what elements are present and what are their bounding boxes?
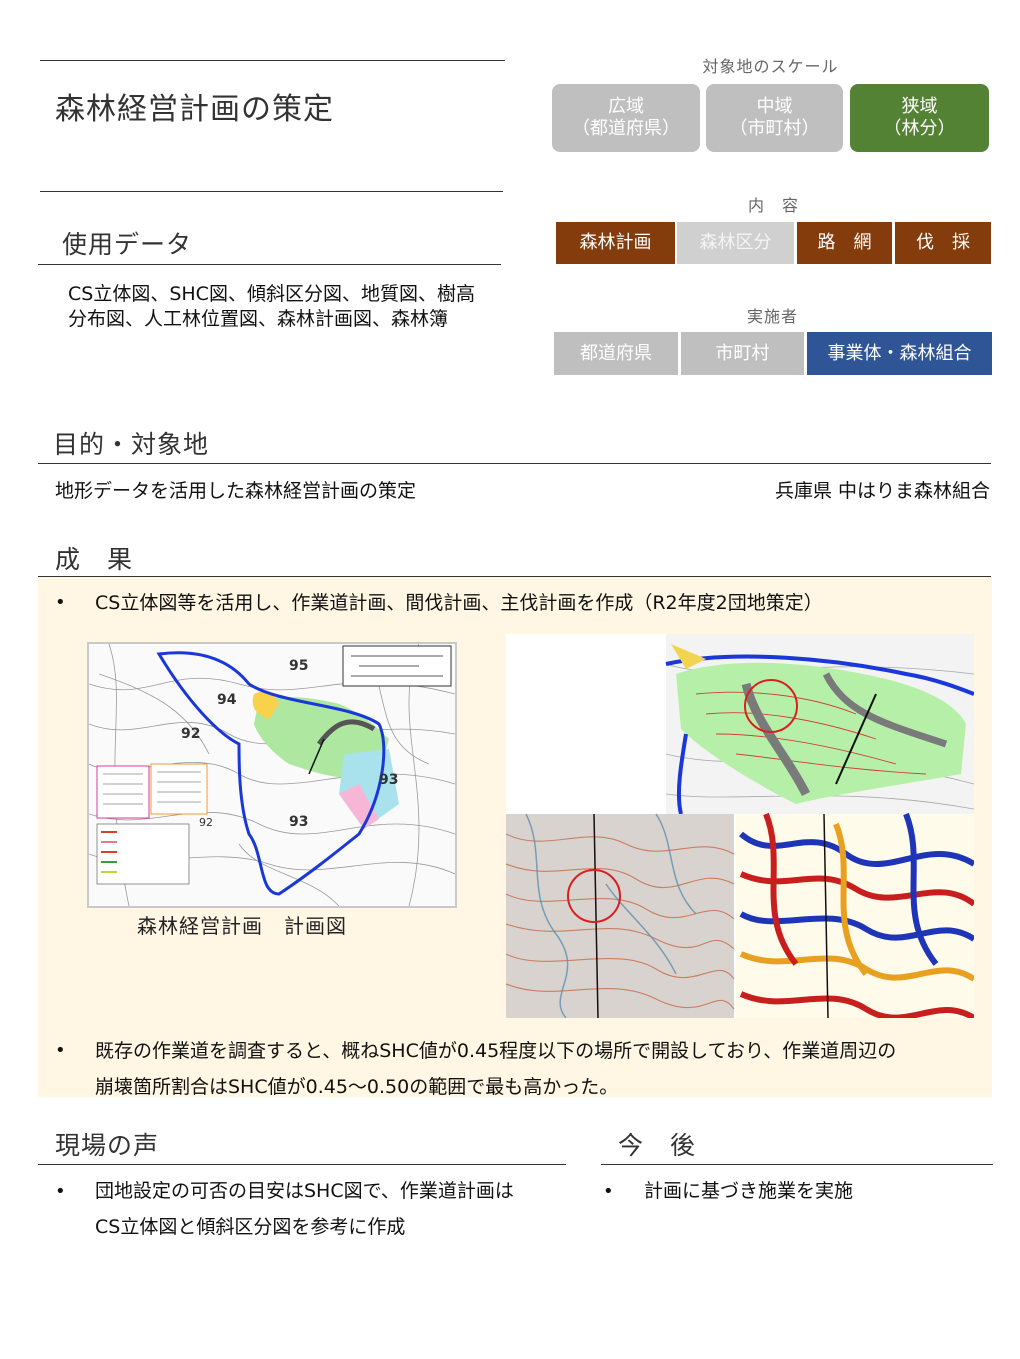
map-label-93-east: 93 [379, 772, 399, 788]
future-bullet-mark: • [603, 1181, 614, 1202]
purpose-rule [38, 463, 991, 464]
voices-heading: 現場の声 [55, 1131, 160, 1160]
scale-button-middle[interactable]: 中域 （市町村） [706, 84, 843, 152]
implementer-button-prefecture[interactable]: 都道府県 [554, 332, 678, 375]
map-label-92-small: 92 [199, 816, 213, 829]
implementer-button-municipality[interactable]: 市町村 [681, 332, 804, 375]
voices-rule [38, 1164, 566, 1165]
results-bullet-1-mark: • [55, 592, 66, 613]
data-used-heading: 使用データ [62, 230, 193, 259]
scale-middle-label: 中域 [756, 96, 793, 117]
voices-line2: CS立体図と傾斜区分図を参考に作成 [95, 1216, 406, 1238]
map-label-94: 94 [217, 692, 237, 708]
results-bullet-2-line1: 既存の作業道を調査すると、概ねSHC値が0.45程度以下の場所で開設しており、作… [95, 1040, 897, 1062]
map-label-92: 92 [181, 726, 201, 742]
title-top-rule [40, 60, 505, 61]
scale-wide-label: 広域 [608, 96, 644, 117]
results-bullet-1-text: CS立体図等を活用し、作業道計画、間伐計画、主伐計画を作成（R2年度2団地策定） [95, 592, 823, 614]
results-heading: 成 果 [55, 545, 134, 574]
content-button-road-network[interactable]: 路 網 [797, 222, 892, 264]
future-text: 計画に基づき施業を実施 [644, 1180, 854, 1202]
content-button-forest-division[interactable]: 森林区分 [677, 222, 794, 264]
purpose-location: 兵庫県 中はりま森林組合 [774, 480, 990, 502]
map-label-93-south: 93 [289, 814, 309, 830]
scale-wide-sub: （都道府県） [572, 118, 680, 139]
future-heading: 今 後 [618, 1131, 697, 1160]
map-caption: 森林経営計画 計画図 [137, 914, 347, 938]
content-forest-division-label: 森林区分 [699, 232, 772, 253]
future-rule [601, 1164, 993, 1165]
content-caption: 内 容 [747, 196, 799, 215]
implementer-button-forestry-union[interactable]: 事業体・森林組合 [807, 332, 992, 375]
implementer-caption: 実施者 [746, 307, 798, 326]
scale-narrow-label: 狭域 [901, 96, 938, 117]
voices-line1: 団地設定の可否の目安はSHC図で、作業道計画は [95, 1180, 514, 1202]
forest-plan-map: 95 94 92 93 93 92 [87, 642, 457, 908]
implementer-prefecture-label: 都道府県 [580, 342, 652, 364]
results-bullet-2-line2: 崩壊箇所割合はSHC値が0.45～0.50の範囲で最も高かった。 [95, 1076, 619, 1098]
purpose-heading: 目的・対象地 [53, 430, 210, 459]
page-title: 森林経営計画の策定 [55, 92, 334, 127]
content-button-forest-plan[interactable]: 森林計画 [556, 222, 675, 264]
content-button-logging[interactable]: 伐 採 [895, 222, 991, 264]
results-bullet-2-mark: • [55, 1040, 66, 1061]
scale-button-wide[interactable]: 広域 （都道府県） [552, 84, 700, 152]
title-bottom-rule [40, 191, 503, 192]
data-used-rule [38, 264, 501, 265]
data-used-text: CS立体図、SHC図、傾斜区分図、地質図、樹高分布図、人工林位置図、森林計画図、… [68, 283, 475, 330]
purpose-text: 地形データを活用した森林経営計画の策定 [55, 480, 417, 502]
scale-button-narrow[interactable]: 狭域 （林分） [850, 84, 989, 152]
scale-caption: 対象地のスケール [702, 57, 839, 76]
map-label-95: 95 [289, 658, 309, 674]
implementer-forestry-union-label: 事業体・森林組合 [827, 342, 972, 364]
voices-bullet-mark: • [55, 1181, 66, 1202]
scale-middle-sub: （市町村） [729, 118, 820, 139]
scale-narrow-sub: （林分） [883, 118, 956, 139]
results-rule [38, 576, 991, 577]
terrain-composite [506, 634, 974, 1018]
content-logging-label: 伐 採 [916, 232, 970, 253]
implementer-municipality-label: 市町村 [715, 342, 770, 364]
content-forest-plan-label: 森林計画 [579, 232, 652, 253]
content-road-network-label: 路 網 [817, 232, 872, 253]
